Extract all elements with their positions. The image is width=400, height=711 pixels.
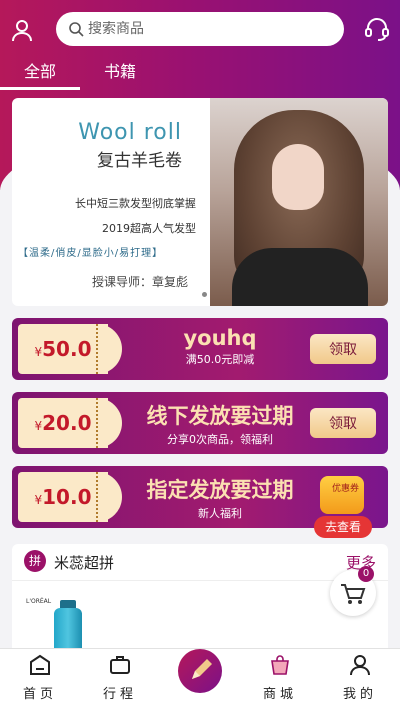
home-icon <box>30 654 50 675</box>
nav-profile[interactable]: 我的 <box>330 653 390 702</box>
tab-books[interactable]: 书籍 <box>104 58 136 82</box>
nav-label: 商城 <box>262 687 297 702</box>
nav-label: 首页 <box>22 687 57 702</box>
section-title: 米蕊超拼 <box>54 554 115 572</box>
nav-home[interactable]: 首页 <box>10 653 70 702</box>
user-icon[interactable] <box>10 18 34 42</box>
banner-teacher: 授课导师：章复彪 <box>91 275 188 289</box>
nav-itinerary[interactable]: 行程 <box>90 653 150 702</box>
pencil-icon <box>192 659 212 679</box>
coupon-card: ¥50.0 youhq 满50.0元即减 领取 <box>12 318 388 380</box>
banner-title-cn: 复古羊毛卷 <box>97 151 182 171</box>
search-bar[interactable] <box>56 12 344 46</box>
tab-all[interactable]: 全部 <box>0 58 81 90</box>
bottom-navigation: 首页 行程 商城 我的 <box>0 648 400 711</box>
banner-title-en: Wool roll <box>78 120 182 145</box>
nav-create-button[interactable] <box>178 649 222 693</box>
category-tabs: 全部 书籍 <box>0 58 400 90</box>
coupon-title: youhq <box>183 326 257 350</box>
banner-line-2: 2019超高人气发型 <box>102 222 196 235</box>
coupon-title: 线下发放要过期 <box>146 404 294 428</box>
coupon-desc: 满50.0元即减 <box>185 353 255 366</box>
profile-icon <box>350 655 370 676</box>
shopping-bag-icon <box>271 655 289 675</box>
coupon-card: ¥20.0 线下发放要过期 分享0次商品，领福利 领取 <box>12 392 388 454</box>
floating-coupon-promo[interactable]: 优惠券 去查看 <box>312 476 374 538</box>
coupon-title: 指定发放要过期 <box>146 478 294 502</box>
briefcase-icon <box>110 656 130 674</box>
banner-text-area: Wool roll 复古羊毛卷 长中短三款发型彻底掌握 2019超高人气发型 【… <box>12 98 210 306</box>
search-input[interactable] <box>88 21 318 37</box>
banner-line-1: 长中短三款发型彻底掌握 <box>75 197 196 210</box>
coupon-amount: ¥20.0 <box>18 398 108 448</box>
claim-coupon-button[interactable]: 领取 <box>310 408 376 438</box>
coupon-amount: ¥10.0 <box>18 472 108 522</box>
banner-model-photo <box>210 98 388 306</box>
coupon-desc: 新人福利 <box>198 507 242 520</box>
group-badge: 拼 <box>24 550 46 572</box>
promo-banner[interactable]: Wool roll 复古羊毛卷 长中短三款发型彻底掌握 2019超高人气发型 【… <box>12 98 388 306</box>
nav-label: 我的 <box>342 687 377 702</box>
customer-service-icon[interactable] <box>364 16 390 42</box>
view-coupons-button[interactable]: 去查看 <box>314 516 372 538</box>
top-bar <box>0 10 400 50</box>
search-icon <box>69 22 84 37</box>
floating-cart-button[interactable]: 0 <box>330 566 376 616</box>
banner-tags: 【温柔/俏皮/显脸小/易打理】 <box>18 248 164 259</box>
cart-count-badge: 0 <box>358 566 374 582</box>
gift-text: 优惠券 <box>332 484 360 494</box>
carousel-indicator <box>202 292 207 297</box>
claim-coupon-button[interactable]: 领取 <box>310 334 376 364</box>
product-brand: L'ORÉAL <box>26 598 52 605</box>
coupon-desc: 分享0次商品，领福利 <box>167 433 273 446</box>
nav-shop[interactable]: 商城 <box>250 653 310 702</box>
coupon-amount: ¥50.0 <box>18 324 108 374</box>
gift-box-icon: 优惠券 <box>320 476 364 514</box>
nav-label: 行程 <box>102 687 137 702</box>
